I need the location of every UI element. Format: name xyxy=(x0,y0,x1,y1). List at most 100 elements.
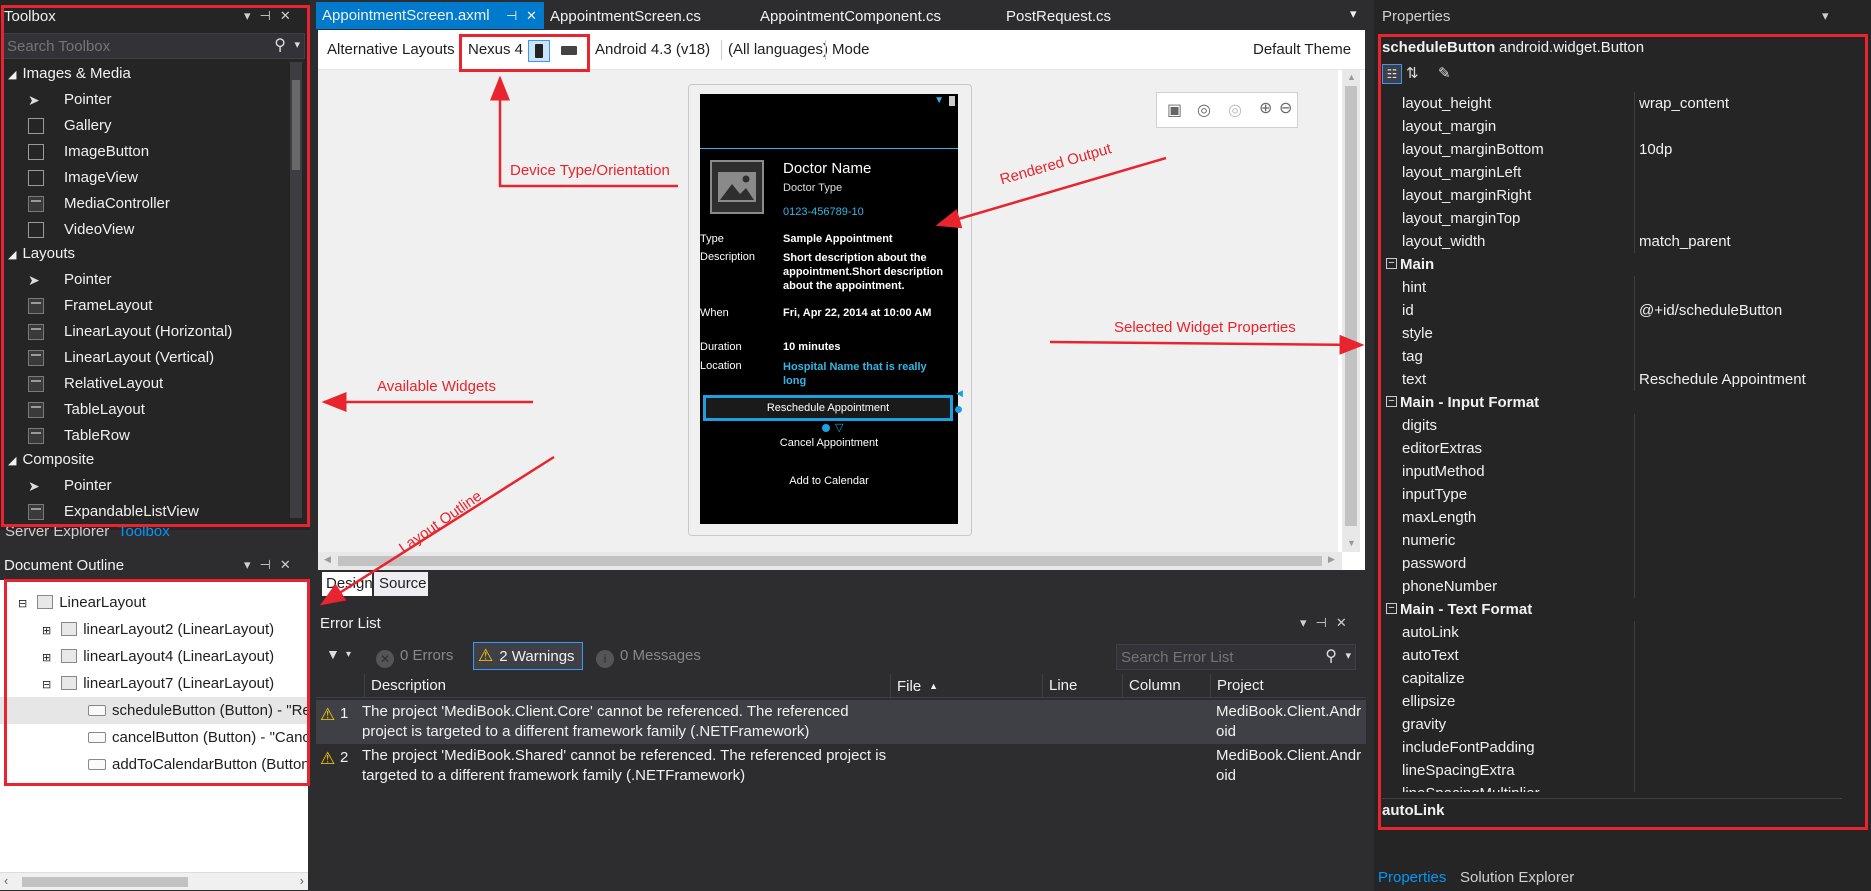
prop-ellipsize[interactable]: ellipsize xyxy=(1382,690,1844,713)
properties-controls[interactable]: ▾ xyxy=(1822,8,1829,24)
prop-layout-margintop[interactable]: layout_marginTop xyxy=(1382,207,1844,230)
zoom-fit-icon[interactable]: ◎ xyxy=(1228,100,1242,120)
toolbox-item-pointer[interactable]: ➤ Pointer xyxy=(28,473,288,499)
toolbox-item-framelayout[interactable]: FrameLayout xyxy=(28,293,288,319)
chevron-down-icon[interactable]: ▾ xyxy=(294,38,300,51)
tab-appointmentcomponent-cs[interactable]: AppointmentComponent.cs xyxy=(760,4,941,30)
prop-password[interactable]: password xyxy=(1382,552,1844,575)
prop-layout-marginleft[interactable]: layout_marginLeft xyxy=(1382,161,1844,184)
close-icon[interactable]: ✕ xyxy=(526,2,537,29)
phone-screen[interactable]: ▼ Doctor Name Doctor Type 0123-456789-10… xyxy=(700,94,963,524)
scroll-right-icon[interactable]: › xyxy=(300,873,304,888)
error-list-controls[interactable]: ▾⊣✕ xyxy=(1300,615,1356,631)
outline-item-addtocalendar-button[interactable]: addToCalendarButton (Button xyxy=(0,751,308,778)
prop-autolink[interactable]: autoLink xyxy=(1382,621,1844,644)
prop-inputmethod[interactable]: inputMethod xyxy=(1382,460,1844,483)
toolbox-search-input[interactable] xyxy=(7,36,267,56)
collapse-icon[interactable]: ⊟ xyxy=(18,598,27,610)
add-calendar-button[interactable]: Add to Calendar xyxy=(700,475,958,495)
tab-appointmentscreen-axml[interactable]: AppointmentScreen.axml ⊣ ✕ xyxy=(316,2,544,29)
zoom-out-icon[interactable]: ⊖ xyxy=(1279,98,1292,118)
scroll-up-icon[interactable]: ▲ xyxy=(1347,72,1356,82)
language-selector[interactable]: (All languages) xyxy=(728,37,828,63)
resize-handle[interactable] xyxy=(955,406,962,413)
toolbox-item-videoview[interactable]: VideoView xyxy=(28,217,288,243)
prop-digits[interactable]: digits xyxy=(1382,414,1844,437)
prop-tag[interactable]: tag xyxy=(1382,345,1844,368)
scroll-thumb[interactable] xyxy=(22,877,188,887)
prop-layout-marginright[interactable]: layout_marginRight xyxy=(1382,184,1844,207)
category-text-format[interactable]: − Main - Text Format xyxy=(1382,598,1844,621)
scroll-down-icon[interactable]: ▼ xyxy=(1347,538,1356,548)
expand-icon[interactable]: ⊞ xyxy=(42,652,51,664)
events-icon[interactable]: ✎ xyxy=(1438,64,1451,82)
prop-maxlength[interactable]: maxLength xyxy=(1382,506,1844,529)
error-search-input[interactable] xyxy=(1121,647,1321,667)
toolbox-item-tablelayout[interactable]: TableLayout xyxy=(28,397,288,423)
resize-handle[interactable] xyxy=(822,424,830,432)
tab-properties[interactable]: Properties xyxy=(1378,865,1446,891)
mode-selector[interactable]: Mode xyxy=(832,37,870,63)
prop-style[interactable]: style xyxy=(1382,322,1844,345)
toolbox-item-imageview[interactable]: ImageView xyxy=(28,165,288,191)
toolbox-item-relativelayout[interactable]: RelativeLayout xyxy=(28,371,288,397)
chevron-down-icon[interactable]: ▾ xyxy=(1345,649,1351,662)
margin-arrow-icon[interactable]: ▽ xyxy=(835,421,843,434)
outline-item-linearlayout7[interactable]: ⊟ linearLayout7 (LinearLayout) xyxy=(42,670,274,697)
warnings-filter[interactable]: ⚠ 2 Warnings xyxy=(473,642,583,670)
prop-layout-width[interactable]: layout_width match_parent xyxy=(1382,230,1844,253)
tab-postrequest-cs[interactable]: PostRequest.cs xyxy=(1006,4,1111,30)
theme-selector[interactable]: Default Theme xyxy=(1253,37,1351,63)
error-row[interactable]: ⚠ 1 The project 'MediBook.Client.Core' c… xyxy=(316,700,1366,744)
canvas-hscrollbar[interactable]: ◀ ▶ xyxy=(318,552,1342,570)
scroll-left-icon[interactable]: ◀ xyxy=(324,554,331,565)
tab-solution-explorer[interactable]: Solution Explorer xyxy=(1460,865,1574,891)
prop-hint[interactable]: hint xyxy=(1382,276,1844,299)
outline-hscrollbar[interactable]: ‹ › xyxy=(0,872,308,890)
phone-number[interactable]: 0123-456789-10 xyxy=(783,206,864,218)
category-main[interactable]: − Main xyxy=(1382,253,1844,276)
tab-design[interactable]: Design xyxy=(322,572,373,596)
collapse-icon[interactable]: − xyxy=(1386,396,1397,407)
prop-linespacingextra[interactable]: lineSpacingExtra xyxy=(1382,759,1844,782)
search-icon[interactable]: ⚲ xyxy=(274,35,286,55)
prop-layout-margin[interactable]: layout_margin xyxy=(1382,115,1844,138)
scroll-thumb[interactable] xyxy=(1345,86,1357,526)
toolbox-group-layouts[interactable]: ◢ Layouts xyxy=(8,241,75,267)
prop-inputtype[interactable]: inputType xyxy=(1382,483,1844,506)
tab-server-explorer[interactable]: Server Explorer xyxy=(5,519,109,545)
prop-text[interactable]: text Reschedule Appointment xyxy=(1382,368,1844,391)
col-column[interactable]: Column xyxy=(1122,674,1210,698)
toolbox-item-linearlayout-h[interactable]: LinearLayout (Horizontal) xyxy=(28,319,288,345)
toolbox-item-tablerow[interactable]: TableRow xyxy=(28,423,288,449)
outline-item-root[interactable]: ⊟ LinearLayout xyxy=(18,589,146,616)
toolbox-item-pointer[interactable]: ➤ Pointer xyxy=(28,267,288,293)
prop-editorextras[interactable]: editorExtras xyxy=(1382,437,1844,460)
messages-filter[interactable]: i0 Messages xyxy=(596,643,701,669)
col-project[interactable]: Project xyxy=(1210,674,1360,698)
errors-filter[interactable]: ✕ 0 Errors xyxy=(376,643,453,669)
tab-appointmentscreen-cs[interactable]: AppointmentScreen.cs xyxy=(550,4,701,30)
outline-item-cancel-button[interactable]: cancelButton (Button) - "Canc xyxy=(0,724,308,751)
collapse-icon[interactable]: ⊟ xyxy=(42,679,51,691)
collapse-icon[interactable]: − xyxy=(1386,258,1397,269)
category-input-format[interactable]: − Main - Input Format xyxy=(1382,391,1844,414)
fit-screen-icon[interactable]: ▣ xyxy=(1167,100,1182,120)
prop-gravity[interactable]: gravity xyxy=(1382,713,1844,736)
scroll-right-icon[interactable]: ▶ xyxy=(1328,554,1335,565)
categorized-icon[interactable]: ☷ xyxy=(1382,64,1402,84)
prop-id[interactable]: id @+id/scheduleButton xyxy=(1382,299,1844,322)
cancel-button[interactable]: Cancel Appointment xyxy=(700,437,958,457)
alternative-layouts-button[interactable]: Alternative Layouts xyxy=(327,37,455,63)
prop-layout-marginbottom[interactable]: layout_marginBottom 10dp xyxy=(1382,138,1844,161)
reschedule-button[interactable]: Reschedule Appointment xyxy=(703,395,953,421)
landscape-button[interactable] xyxy=(558,40,580,62)
tab-overflow-icon[interactable]: ▾ xyxy=(1350,6,1357,22)
expand-icon[interactable]: ⊞ xyxy=(42,625,51,637)
prop-includefontpadding[interactable]: includeFontPadding xyxy=(1382,736,1844,759)
prop-capitalize[interactable]: capitalize xyxy=(1382,667,1844,690)
toolbox-scrollbar[interactable] xyxy=(290,62,302,518)
toolbox-controls[interactable]: ▾⊣✕ xyxy=(244,8,300,24)
prop-numeric[interactable]: numeric xyxy=(1382,529,1844,552)
resize-handle-arrow-icon[interactable]: ◀ xyxy=(956,388,963,399)
